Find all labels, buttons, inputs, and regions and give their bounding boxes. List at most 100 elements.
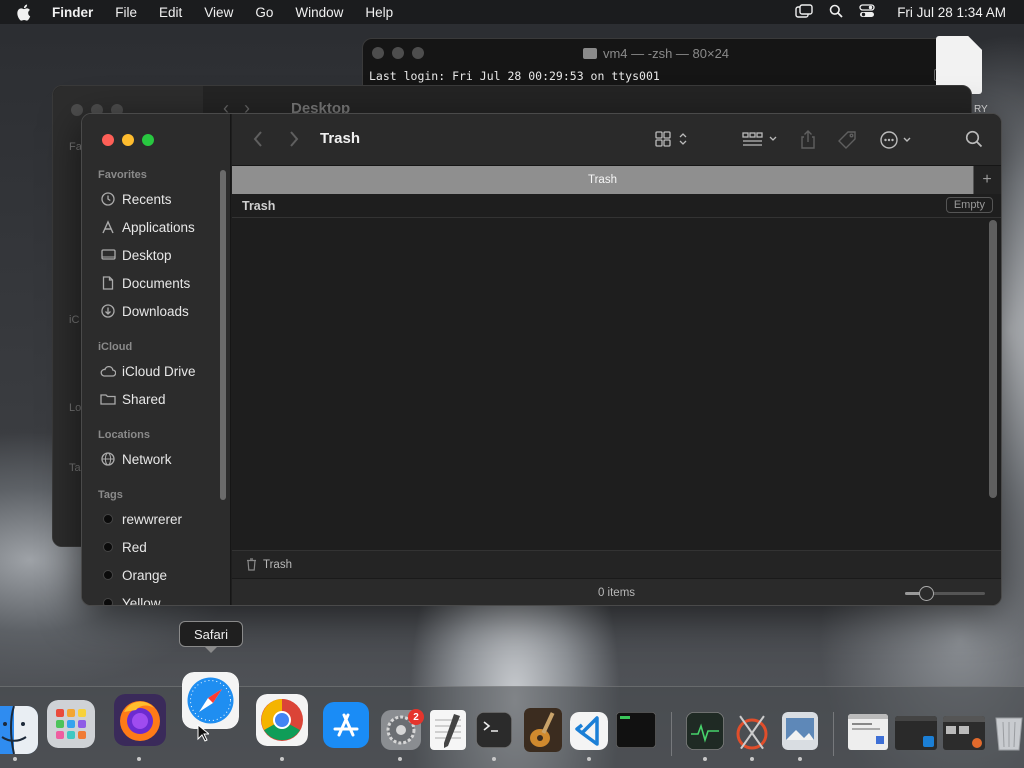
running-indicator [492,757,496,761]
dock-tooltip: Safari [179,621,243,647]
running-indicator [750,757,754,761]
finder-window-trash[interactable]: Favorites Recents Applications Desktop D… [81,113,1002,606]
terminal-minimize-button[interactable] [392,47,404,59]
menu-file[interactable]: File [115,5,137,20]
terminal-titlebar[interactable]: vm4 — -zsh — 80×24 [363,39,949,67]
icon-size-slider[interactable] [905,586,985,601]
menu-edit[interactable]: Edit [159,5,182,20]
traffic-lights [102,134,154,146]
new-tab-button[interactable]: + [973,166,1001,194]
location-header: Trash Empty [232,194,1001,218]
sidebar-heading-tags: Tags [98,489,123,501]
sidebar-item-label: Applications [122,219,195,235]
path-label: Trash [263,558,292,571]
zoom-button[interactable] [142,134,154,146]
dock-safari-icon[interactable] [182,672,239,729]
slider-knob[interactable] [919,586,934,601]
sidebar-item-tag-red[interactable]: Red [100,536,147,558]
menu-app-name[interactable]: Finder [52,5,93,20]
tag-dot-icon [100,539,116,555]
running-indicator [703,757,707,761]
tab-trash[interactable]: Trash [232,166,974,194]
sidebar-scrollbar[interactable] [220,170,226,500]
sidebar-item-tag-rewwrerer[interactable]: rewwrerer [100,508,182,530]
dock-minimized-vscode-window-icon[interactable] [895,716,937,750]
dock-trash-icon[interactable] [994,712,1024,752]
tab-bar: Trash + [232,166,1001,194]
menu-go[interactable]: Go [255,5,273,20]
bg-sidebar-ghost-icloud: iC [69,314,80,326]
menu-help[interactable]: Help [365,5,393,20]
sidebar-item-label: rewwrerer [122,511,183,527]
running-indicator [280,757,284,761]
back-chevron-icon[interactable] [252,130,264,153]
file-list-area[interactable]: Trash Empty [232,194,1001,550]
menu-clock[interactable]: Fri Jul 28 1:34 AM [897,5,1006,20]
path-item-trash[interactable]: Trash [246,558,292,571]
content-scrollbar[interactable] [989,220,997,498]
dock-vscode-icon[interactable] [570,712,608,750]
screen-mirroring-icon[interactable] [795,3,813,21]
dock-script-editor-icon[interactable] [616,712,656,748]
sidebar-item-icloud-drive[interactable]: iCloud Drive [100,360,196,382]
forward-chevron-icon[interactable] [288,130,300,153]
apple-menu-icon[interactable] [16,0,38,24]
dock-activity-monitor-icon[interactable] [686,712,724,750]
dock-launchpad-icon[interactable] [47,700,95,748]
view-mode-grid-icon[interactable] [655,130,691,153]
cloud-icon [100,363,116,379]
sidebar-item-desktop[interactable]: Desktop [100,244,172,266]
empty-trash-button[interactable]: Empty [945,197,993,213]
sidebar-item-documents[interactable]: Documents [100,272,190,294]
dock-minimized-window-preview-icon[interactable] [848,714,888,750]
dock-instruments-icon[interactable] [732,712,772,752]
bg-sidebar-ghost-locations: Lo [69,402,82,414]
path-bar: Trash [232,550,1001,578]
location-title: Trash [242,199,276,213]
spotlight-search-icon[interactable] [829,4,843,21]
sidebar-item-tag-yellow[interactable]: Yellow [100,592,161,606]
sidebar-item-label: Yellow [122,595,161,606]
dock-separator [833,712,834,756]
control-center-icon[interactable] [859,3,875,21]
dock-app-store-icon[interactable] [323,702,369,748]
more-actions-icon[interactable] [879,130,915,155]
close-button[interactable] [102,134,114,146]
sidebar-item-tag-orange[interactable]: Orange [100,564,167,586]
share-icon[interactable] [799,130,817,155]
terminal-title: vm4 — -zsh — 80×24 [602,45,730,61]
terminal-output-line: Last login: Fri Jul 28 00:29:53 on ttys0… [369,69,660,83]
group-by-icon[interactable] [742,130,780,153]
dock-chrome-icon[interactable] [256,694,308,746]
running-indicator [398,757,402,761]
dock-finder-icon[interactable] [0,706,38,754]
dock-garageband-icon[interactable] [524,708,562,752]
terminal-zoom-button[interactable] [412,47,424,59]
search-icon[interactable] [965,130,983,153]
tag-icon[interactable] [838,130,858,155]
clock-icon [100,191,116,207]
desktop-icon [100,247,116,263]
notification-badge: 2 [408,709,424,725]
minimize-button[interactable] [122,134,134,146]
sidebar-item-recents[interactable]: Recents [100,188,172,210]
sidebar-item-network[interactable]: Network [100,448,172,470]
folder-icon [582,47,597,59]
terminal-close-button[interactable] [372,47,384,59]
tag-dot-icon [100,567,116,583]
sidebar-item-label: Shared [122,391,166,407]
menu-window[interactable]: Window [295,5,343,20]
dock-textedit-icon[interactable] [430,710,466,750]
dock-minimized-finder-window-icon[interactable] [943,716,985,750]
sidebar-item-shared[interactable]: Shared [100,388,166,410]
dock-separator [671,712,672,756]
sidebar-item-downloads[interactable]: Downloads [100,300,189,322]
sidebar-heading-icloud: iCloud [98,341,133,353]
dock-terminal-icon[interactable] [476,712,512,748]
dock-firefox-icon[interactable] [114,694,166,746]
tag-dot-icon [100,511,116,527]
sidebar-item-label: Network [122,451,172,467]
dock-preview-icon[interactable] [782,712,818,750]
menu-view[interactable]: View [204,5,233,20]
sidebar-item-applications[interactable]: Applications [100,216,195,238]
